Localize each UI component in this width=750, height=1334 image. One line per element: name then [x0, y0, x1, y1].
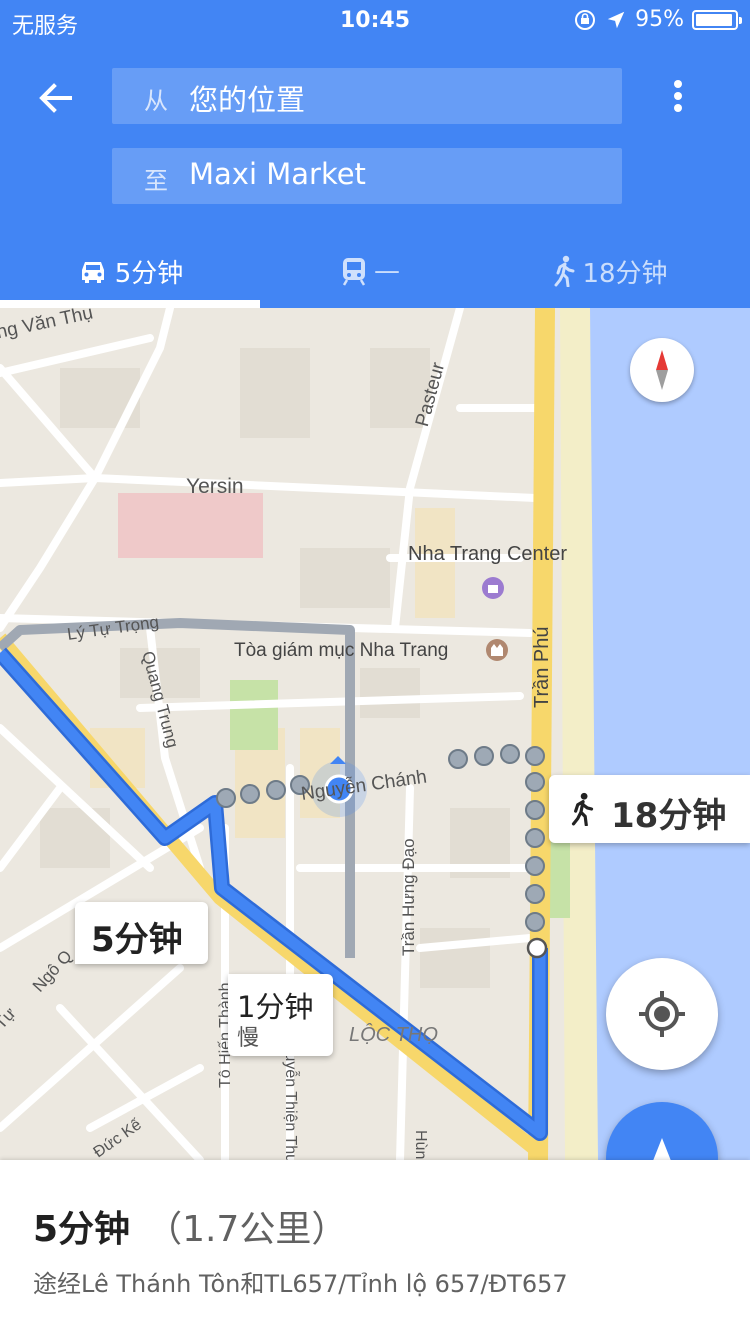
- destination-prefix: 至: [144, 167, 168, 195]
- walk-icon: [571, 792, 594, 826]
- origin-prefix: 从: [144, 87, 168, 115]
- alt-time-callout[interactable]: 1分钟 慢: [228, 974, 333, 1056]
- destination-field[interactable]: 至 Maxi Market: [112, 148, 622, 204]
- drive-time-label: 5分钟: [91, 920, 183, 960]
- poi-toa-giam-muc: Tòa giám mục Nha Trang: [234, 640, 448, 661]
- street-van-thu: ng Văn Thụ: [0, 308, 95, 343]
- walk-time-callout[interactable]: 18分钟: [549, 775, 750, 843]
- street-tu: Tự: [0, 1004, 20, 1033]
- battery-icon: [692, 9, 742, 30]
- my-location-button[interactable]: [606, 958, 718, 1070]
- route-distance: （1.7公里）: [146, 1209, 348, 1250]
- walk-time-label: 18分钟: [611, 796, 727, 836]
- car-icon: [81, 262, 104, 283]
- origin-value: 您的位置: [189, 83, 306, 117]
- street-tran-phu: Trần Phú: [531, 626, 553, 708]
- district-loc-tho: LỘC THỌ: [349, 1023, 438, 1046]
- route-summary-sheet[interactable]: 5分钟 （1.7公里） 途经Lê Thánh Tôn和TL657/Tỉnh lộ …: [0, 1160, 750, 1334]
- status-icons: 95%: [573, 7, 742, 32]
- walk-icon: [554, 255, 575, 287]
- street-yersin: Yersin: [186, 475, 244, 498]
- my-location-icon: [639, 991, 685, 1037]
- route-via: 途经Lê Thánh Tôn和TL657/Tỉnh lộ 657/ĐT657: [33, 1270, 568, 1298]
- street-ngo: Ngô Q: [29, 946, 76, 995]
- travel-mode-tabs: 5分钟 — 18分钟: [0, 234, 750, 308]
- tab-walk[interactable]: 18分钟: [485, 234, 735, 308]
- destination-value: Maxi Market: [189, 157, 366, 191]
- street-hung: Hùng: [412, 1130, 429, 1160]
- drive-time-callout[interactable]: 5分钟: [75, 902, 208, 964]
- tab-drive[interactable]: 5分钟: [5, 234, 255, 308]
- tab-drive-label: 5分钟: [114, 258, 184, 289]
- battery-level: [696, 13, 733, 26]
- more-options-button[interactable]: [664, 74, 692, 118]
- alt-time-note: 慢: [237, 1026, 260, 1051]
- tab-walk-label: 18分钟: [582, 258, 668, 289]
- tab-transit[interactable]: —: [245, 234, 495, 308]
- poi-nha-trang-center: Nha Trang Center: [408, 543, 567, 565]
- street-tran-hung-dao: Trần Hưng Đạo: [399, 838, 418, 956]
- back-button[interactable]: [34, 76, 78, 120]
- battery-percent: 95%: [635, 7, 684, 32]
- compass-button[interactable]: [630, 338, 694, 402]
- rotation-lock-icon: [575, 9, 596, 30]
- route-summary: 5分钟 （1.7公里）: [33, 1200, 347, 1252]
- tab-transit-label: —: [374, 256, 400, 286]
- destination-marker[interactable]: [526, 937, 548, 959]
- location-arrow-icon: [607, 11, 625, 28]
- park-area: [230, 680, 278, 750]
- status-bar: 无服务 10:45 95%: [0, 0, 750, 40]
- train-icon: [342, 258, 366, 286]
- selected-tab-indicator: [0, 300, 260, 308]
- compass-icon: [656, 350, 668, 390]
- origin-field[interactable]: 从 您的位置: [112, 68, 622, 124]
- hospital-area: [118, 493, 263, 558]
- route-duration: 5分钟: [33, 1209, 131, 1250]
- more-vert-icon: [674, 80, 682, 112]
- directions-header: 无服务 10:45 95% 从 您的位置 至 Maxi Market 5分钟 —…: [0, 0, 750, 308]
- arrow-back-icon: [39, 83, 72, 113]
